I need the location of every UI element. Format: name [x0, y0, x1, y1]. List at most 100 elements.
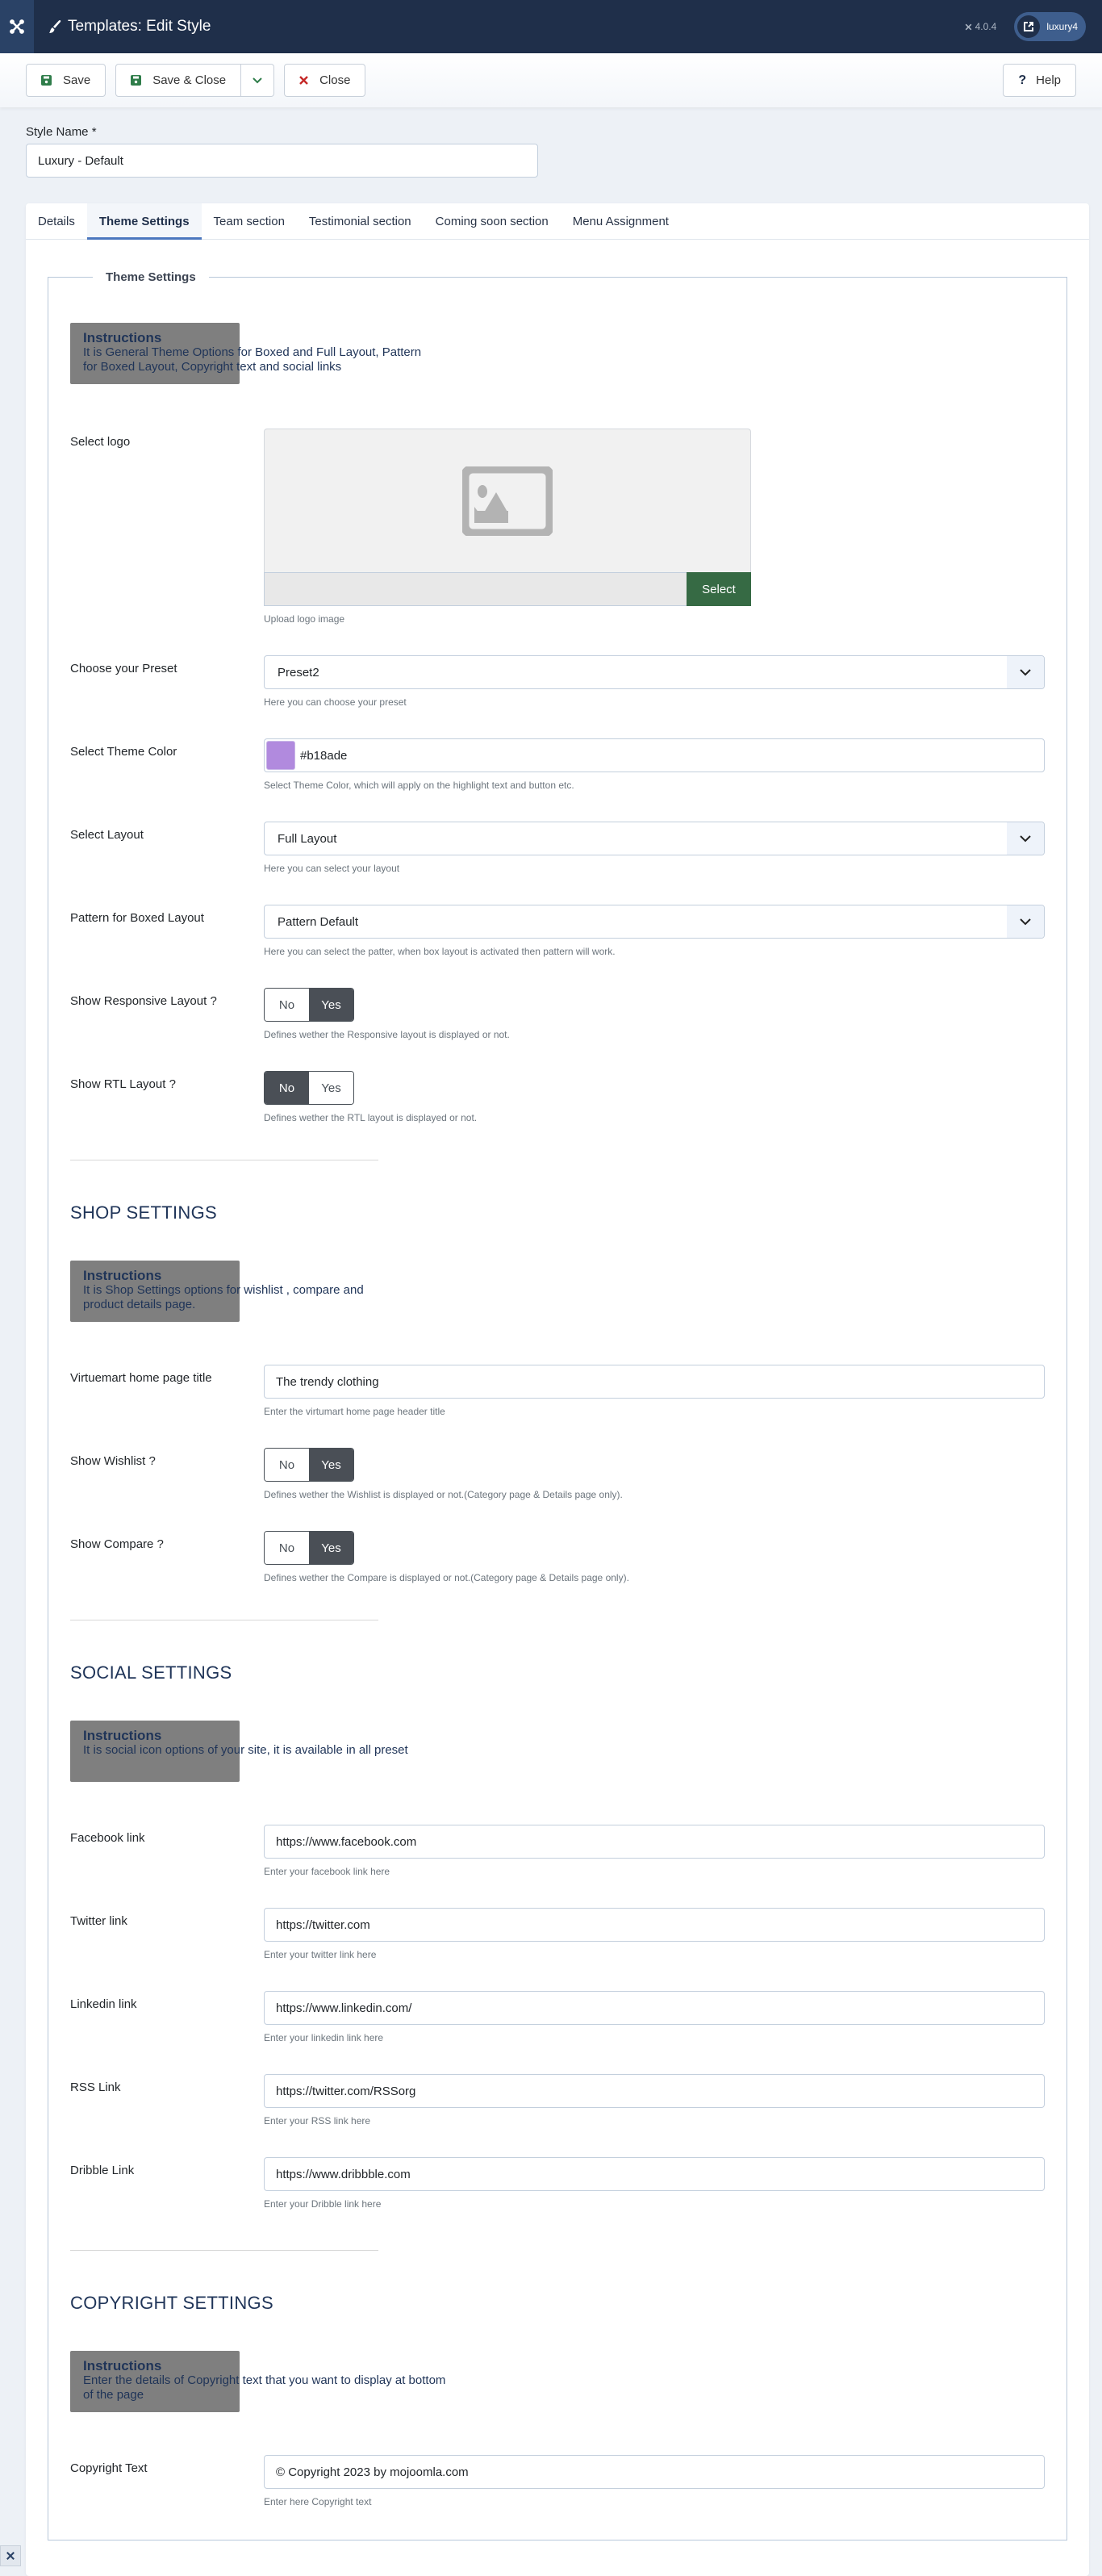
instructions-text: It is Shop Settings options for wishlist…: [83, 1283, 364, 1311]
tab-theme-settings[interactable]: Theme Settings: [86, 203, 202, 240]
tab-menu-assignment[interactable]: Menu Assignment: [561, 203, 681, 239]
toggle-yes[interactable]: Yes: [309, 989, 353, 1021]
toggle-no[interactable]: No: [265, 1449, 309, 1481]
copyright-row: Copyright Text © Copyright 2023 by mojoo…: [70, 2455, 1045, 2507]
section-divider: [70, 2250, 378, 2251]
top-header: Templates: Edit Style 4.0.4 luxury4: [0, 0, 1102, 53]
responsive-label: Show Responsive Layout ?: [70, 994, 217, 1008]
social-instructions: Instructions It is social icon options o…: [70, 1721, 1045, 1783]
tab-coming-soon-section[interactable]: Coming soon section: [424, 203, 561, 239]
color-swatch[interactable]: [266, 741, 295, 770]
toggle-no[interactable]: No: [265, 1532, 309, 1564]
logo-preview[interactable]: [264, 429, 751, 572]
floppy-disk-icon: [41, 75, 52, 86]
external-link-icon: [1017, 15, 1041, 38]
pattern-select[interactable]: Pattern Default: [264, 905, 1045, 939]
save-options-dropdown-toggle[interactable]: [241, 64, 275, 97]
compare-toggle[interactable]: No Yes: [264, 1531, 354, 1565]
linkedin-label: Linkedin link: [70, 1997, 137, 2011]
layout-row: Select Layout Full Layout Here you can s…: [70, 822, 1045, 874]
instructions-text: It is General Theme Options for Boxed an…: [83, 345, 422, 374]
toggle-no[interactable]: No: [265, 989, 309, 1021]
style-name-group: Style Name * Luxury - Default: [0, 107, 1102, 178]
site-link-button[interactable]: luxury4: [1014, 12, 1086, 41]
preset-select[interactable]: Preset2: [264, 655, 1045, 689]
social-link-row: Linkedin link https://www.linkedin.com/ …: [70, 1991, 1045, 2043]
save-close-split-button: Save & Close: [115, 64, 275, 97]
preset-row: Choose your Preset Preset2 Here you can …: [70, 655, 1045, 708]
wishlist-toggle[interactable]: No Yes: [264, 1448, 354, 1482]
toggle-yes[interactable]: Yes: [309, 1449, 353, 1481]
twitter-label: Twitter link: [70, 1914, 127, 1928]
toggle-yes[interactable]: Yes: [309, 1532, 353, 1564]
layout-select[interactable]: Full Layout: [264, 822, 1045, 855]
social-link-row: Facebook link https://www.facebook.com E…: [70, 1825, 1045, 1877]
rtl-hint: Defines wether the RTL layout is display…: [264, 1112, 478, 1123]
chevron-down-icon: [1007, 905, 1044, 938]
preset-label: Choose your Preset: [70, 662, 177, 675]
facebook-label: Facebook link: [70, 1831, 145, 1845]
theme-color-hint: Select Theme Color, which will apply on …: [264, 780, 574, 791]
twitter-input[interactable]: https://twitter.com: [264, 1908, 1045, 1942]
copyright-input[interactable]: © Copyright 2023 by mojoomla.com: [264, 2455, 1045, 2489]
social-link-row: Dribble Link https://www.dribbble.com En…: [70, 2157, 1045, 2210]
dribble-hint: Enter your Dribble link here: [264, 2198, 382, 2210]
pattern-hint: Here you can select the patter, when box…: [264, 946, 616, 957]
responsive-row: Show Responsive Layout ? No Yes Defines …: [70, 988, 1045, 1040]
compare-hint: Defines wether the Compare is displayed …: [264, 1572, 629, 1583]
save-button[interactable]: Save: [26, 64, 106, 97]
toolbar: Save Save & Close Close ? Help: [0, 53, 1102, 107]
close-button[interactable]: Close: [284, 64, 366, 97]
home-title-input[interactable]: The trendy clothing: [264, 1365, 1045, 1399]
copyright-settings-heading: COPYRIGHT SETTINGS: [70, 2293, 273, 2313]
toggle-no[interactable]: No: [265, 1072, 309, 1104]
style-name-input[interactable]: Luxury - Default: [26, 144, 538, 178]
responsive-toggle[interactable]: No Yes: [264, 988, 354, 1022]
logo-path-input[interactable]: [264, 572, 687, 606]
theme-color-input[interactable]: #b18ade: [264, 738, 1045, 772]
tab-testimonial-section[interactable]: Testimonial section: [297, 203, 424, 239]
copyright-hint: Enter here Copyright text: [264, 2496, 372, 2507]
logo-hint: Upload logo image: [264, 613, 345, 625]
rss-label: RSS Link: [70, 2080, 121, 2094]
copyright-label: Copyright Text: [70, 2461, 148, 2475]
rss-input[interactable]: https://twitter.com/RSSorg: [264, 2074, 1045, 2108]
shop-instructions: Instructions It is Shop Settings options…: [70, 1261, 1045, 1323]
tab-team-section[interactable]: Team section: [202, 203, 297, 239]
theme-color-label: Select Theme Color: [70, 745, 177, 759]
logo-select-button[interactable]: Select: [687, 572, 751, 606]
layout-label: Select Layout: [70, 828, 144, 842]
save-close-button[interactable]: Save & Close: [115, 64, 242, 97]
pattern-row: Pattern for Boxed Layout Pattern Default…: [70, 905, 1045, 957]
joomla-footer-icon[interactable]: [0, 2545, 21, 2566]
chevron-down-icon: [1007, 656, 1044, 688]
tab-details[interactable]: Details: [26, 203, 87, 239]
joomla-logo-icon[interactable]: [0, 0, 34, 53]
theme-instructions: Instructions It is General Theme Options…: [70, 323, 1045, 385]
help-button[interactable]: ? Help: [1003, 64, 1076, 97]
instructions-title: Instructions: [83, 1268, 162, 1283]
rtl-label: Show RTL Layout ?: [70, 1077, 176, 1091]
linkedin-input[interactable]: https://www.linkedin.com/: [264, 1991, 1045, 2025]
instructions-title: Instructions: [83, 1728, 162, 1743]
compare-row: Show Compare ? No Yes Defines wether the…: [70, 1531, 1045, 1583]
preset-value: Preset2: [278, 665, 319, 680]
home-title-label: Virtuemart home page title: [70, 1371, 212, 1385]
rtl-toggle[interactable]: No Yes: [264, 1071, 354, 1105]
theme-color-value: #b18ade: [300, 748, 348, 763]
shop-settings-heading: SHOP SETTINGS: [70, 1202, 217, 1223]
close-label: Close: [319, 73, 351, 87]
theme-settings-fieldset: Theme Settings Instructions It is Genera…: [48, 270, 1067, 2540]
theme-color-row: Select Theme Color #b18ade Select Theme …: [70, 738, 1045, 791]
site-name: luxury4: [1046, 21, 1078, 32]
toggle-yes[interactable]: Yes: [309, 1072, 353, 1104]
edit-card: Details Theme Settings Team section Test…: [26, 203, 1089, 2576]
instructions-text: It is social icon options of your site, …: [83, 1743, 408, 1757]
dribble-input[interactable]: https://www.dribbble.com: [264, 2157, 1045, 2191]
tab-bar: Details Theme Settings Team section Test…: [26, 203, 1089, 240]
facebook-input[interactable]: https://www.facebook.com: [264, 1825, 1045, 1859]
rss-hint: Enter your RSS link here: [264, 2115, 371, 2126]
version-text: 4.0.4: [975, 21, 997, 32]
save-close-label: Save & Close: [152, 73, 227, 87]
wishlist-row: Show Wishlist ? No Yes Defines wether th…: [70, 1448, 1045, 1500]
